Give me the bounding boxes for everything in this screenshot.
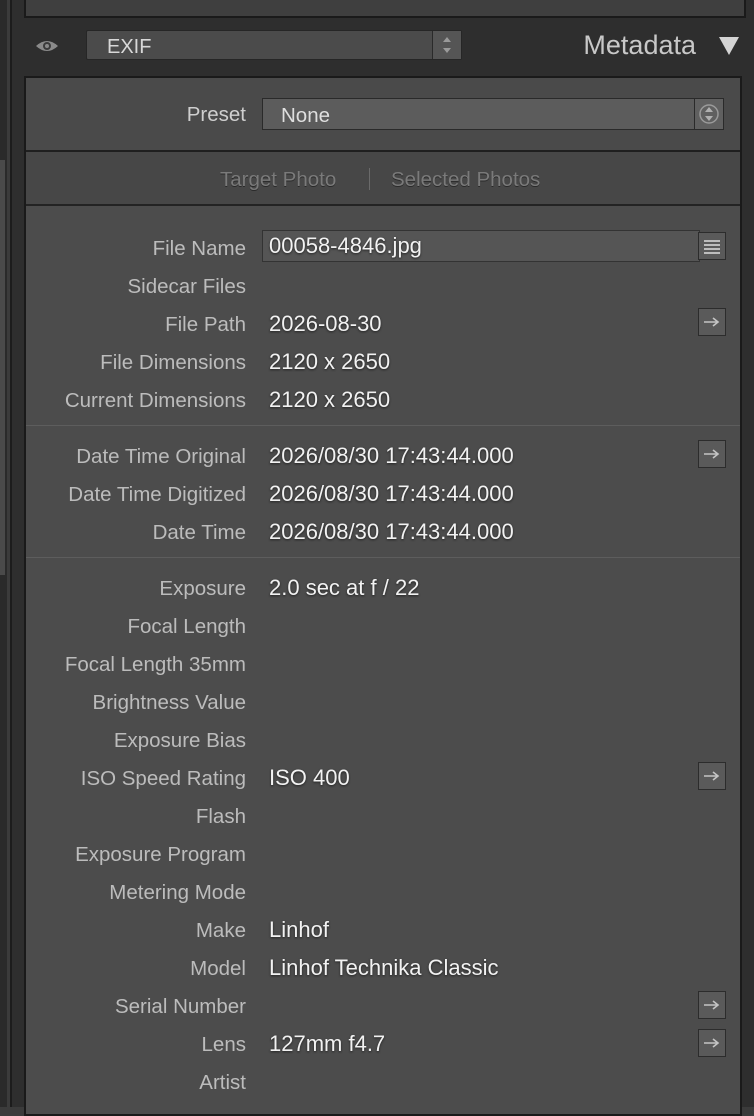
preset-value: None	[281, 104, 331, 127]
panel-title[interactable]: Metadata	[583, 30, 696, 61]
tab-separator	[369, 168, 370, 190]
field-value: Linhof	[269, 917, 329, 942]
field-date-time-original: Date Time Original 2026/08/30 17:43:44.0…	[26, 440, 740, 483]
field-label: ISO Speed Rating	[80, 767, 246, 790]
field-label: Current Dimensions	[64, 389, 246, 412]
field-label: Lens	[201, 1033, 246, 1056]
field-value: 2.0 sec at f / 22	[269, 575, 420, 600]
section-divider	[26, 557, 740, 558]
field-label: Focal Length	[127, 615, 246, 638]
metadata-panel-header: EXIF Metadata	[12, 18, 754, 76]
scroll-strip[interactable]	[0, 160, 5, 575]
tab-target-photo[interactable]: Target Photo	[220, 168, 336, 192]
field-value: Linhof Technika Classic	[269, 955, 499, 980]
field-label: Date Time Digitized	[68, 483, 246, 506]
tab-selected-photos[interactable]: Selected Photos	[391, 168, 540, 192]
field-iso-speed-rating: ISO Speed Rating ISO 400	[26, 762, 740, 805]
field-label: Serial Number	[114, 995, 246, 1018]
field-current-dimensions: Current Dimensions 2120 x 2650	[26, 387, 740, 427]
field-label: Sidecar Files	[127, 275, 247, 298]
field-label: File Path	[165, 313, 246, 336]
field-file-name: File Name 00058-4846.jpg	[26, 230, 740, 275]
triangle-down-icon[interactable]	[718, 36, 740, 61]
field-focal-length: Focal Length	[26, 615, 740, 653]
field-exposure-program: Exposure Program	[26, 843, 740, 881]
field-label: Exposure Program	[75, 843, 246, 866]
field-file-dimensions: File Dimensions 2120 x 2650	[26, 349, 740, 389]
field-lens: Lens 127mm f4.7	[26, 1029, 740, 1071]
field-date-time-digitized: Date Time Digitized 2026/08/30 17:43:44.…	[26, 481, 740, 521]
preset-label: Preset	[186, 103, 246, 126]
field-flash: Flash	[26, 805, 740, 843]
field-value: 2026/08/30 17:43:44.000	[269, 519, 514, 544]
field-model: Model Linhof Technika Classic	[26, 955, 740, 995]
field-label: Exposure Bias	[113, 729, 246, 752]
previous-panel-bottom	[24, 0, 746, 18]
field-make: Make Linhof	[26, 917, 740, 957]
target-tabs: Target Photo Selected Photos	[26, 152, 740, 206]
select-arrows-icon	[432, 31, 461, 59]
field-exposure-bias: Exposure Bias	[26, 729, 740, 767]
metadata-view-value: EXIF	[107, 36, 152, 58]
preset-select[interactable]: None	[262, 98, 724, 130]
field-value: 2026/08/30 17:43:44.000	[269, 443, 514, 468]
field-sidecar-files: Sidecar Files	[26, 275, 740, 313]
field-label: File Dimensions	[100, 351, 246, 374]
field-value: 00058-4846.jpg	[269, 233, 422, 258]
field-label: Make	[195, 919, 246, 942]
arrow-right-icon[interactable]	[698, 991, 726, 1019]
field-exposure: Exposure 2.0 sec at f / 22	[26, 575, 740, 615]
preset-row: Preset None	[26, 78, 740, 152]
field-value: 2120 x 2650	[269, 387, 391, 412]
field-label: Date Time Original	[76, 445, 246, 468]
field-metering-mode: Metering Mode	[26, 881, 740, 919]
field-value: 2120 x 2650	[269, 349, 391, 374]
field-value: 2026-08-30	[269, 311, 382, 336]
field-brightness-value: Brightness Value	[26, 691, 740, 729]
arrow-right-icon[interactable]	[698, 762, 726, 790]
left-panel-edge	[0, 0, 7, 1107]
eye-icon[interactable]	[34, 34, 60, 58]
field-date-time: Date Time 2026/08/30 17:43:44.000	[26, 519, 740, 559]
list-icon[interactable]	[698, 232, 726, 260]
file-name-input[interactable]: 00058-4846.jpg	[262, 230, 700, 262]
arrow-right-icon[interactable]	[698, 440, 726, 468]
select-arrows-icon	[694, 99, 723, 129]
metadata-view-select[interactable]: EXIF	[86, 30, 462, 60]
section-divider	[26, 425, 740, 426]
field-artist: Artist	[26, 1071, 740, 1109]
arrow-right-icon[interactable]	[698, 308, 726, 336]
metadata-content: Preset None Target Photo Selected Photos…	[24, 76, 742, 1116]
field-label: Flash	[195, 805, 246, 828]
field-value: 127mm f4.7	[269, 1031, 386, 1056]
field-label: Date Time	[152, 521, 246, 544]
field-label: Brightness Value	[92, 691, 246, 714]
field-label: Artist	[199, 1071, 246, 1094]
field-serial-number: Serial Number	[26, 991, 740, 1033]
field-label: Focal Length 35mm	[64, 653, 246, 676]
arrow-right-icon[interactable]	[698, 1029, 726, 1057]
field-label: Metering Mode	[109, 881, 246, 904]
field-file-path: File Path 2026-08-30	[26, 308, 740, 351]
field-value: ISO 400	[269, 765, 350, 790]
field-label: File Name	[152, 237, 246, 260]
field-focal-length-35mm: Focal Length 35mm	[26, 653, 740, 691]
field-label: Model	[190, 957, 246, 980]
field-label: Exposure	[159, 577, 246, 600]
field-value: 2026/08/30 17:43:44.000	[269, 481, 514, 506]
